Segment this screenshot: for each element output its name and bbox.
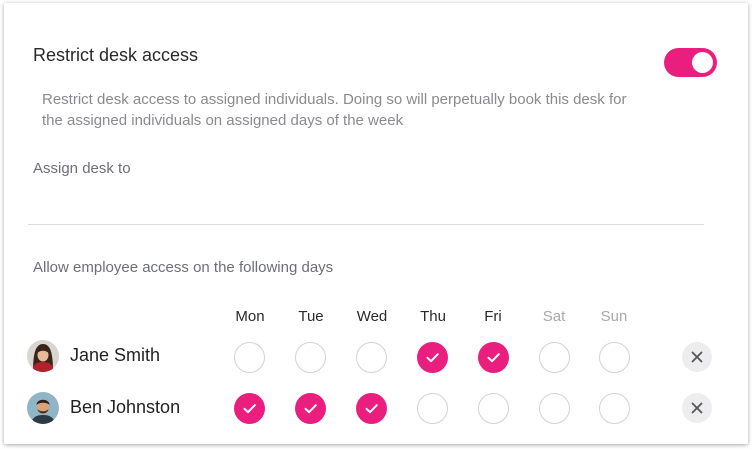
avatar-ben: [27, 392, 59, 424]
restrict-title: Restrict desk access: [33, 45, 199, 65]
day-header-thu: Thu: [420, 308, 446, 325]
day-checkbox-jane-thu[interactable]: [417, 342, 448, 373]
day-checkbox-jane-fri[interactable]: [478, 342, 509, 373]
day-checkbox-ben-sun[interactable]: [599, 393, 630, 424]
desk-access-panel: Restrict desk access Restrict desk acces…: [4, 3, 748, 444]
day-header-sat: Sat: [542, 308, 566, 325]
day-header-tue: Tue: [298, 308, 324, 325]
check-icon: [304, 404, 317, 414]
person-name-jane: Jane Smith: [70, 345, 161, 365]
day-checkbox-jane-tue[interactable]: [295, 342, 326, 373]
day-header-fri: Fri: [484, 308, 502, 325]
day-checkbox-jane-sat[interactable]: [539, 342, 570, 373]
person-name-ben: Ben Johnston: [70, 397, 181, 417]
day-checkbox-ben-fri[interactable]: [478, 393, 509, 424]
day-checkbox-ben-mon[interactable]: [234, 393, 265, 424]
check-icon: [487, 353, 500, 363]
check-icon: [365, 404, 378, 414]
day-checkbox-ben-tue[interactable]: [295, 393, 326, 424]
day-checkbox-ben-thu[interactable]: [417, 393, 448, 424]
day-header-wed: Wed: [356, 308, 388, 325]
day-checkbox-jane-sun[interactable]: [599, 342, 630, 373]
toggle-knob: [692, 52, 713, 73]
remove-jane-button[interactable]: [682, 342, 712, 372]
restrict-description: Restrict desk access to assigned individ…: [42, 91, 627, 129]
divider: [28, 224, 704, 225]
day-checkbox-jane-mon[interactable]: [234, 342, 265, 373]
avatar-jane: [27, 340, 59, 372]
day-header-sun: Sun: [600, 308, 628, 325]
day-checkbox-ben-sat[interactable]: [539, 393, 570, 424]
close-icon: [691, 351, 703, 363]
check-icon: [243, 404, 256, 414]
remove-ben-button[interactable]: [682, 393, 712, 423]
restrict-toggle[interactable]: [664, 48, 717, 77]
assign-label: Assign desk to: [33, 160, 131, 177]
day-checkbox-ben-wed[interactable]: [356, 393, 387, 424]
access-label: Allow employee access on the following d…: [33, 259, 334, 276]
check-icon: [426, 353, 439, 363]
day-header-mon: Mon: [235, 308, 265, 325]
close-icon: [691, 402, 703, 414]
day-checkbox-jane-wed[interactable]: [356, 342, 387, 373]
